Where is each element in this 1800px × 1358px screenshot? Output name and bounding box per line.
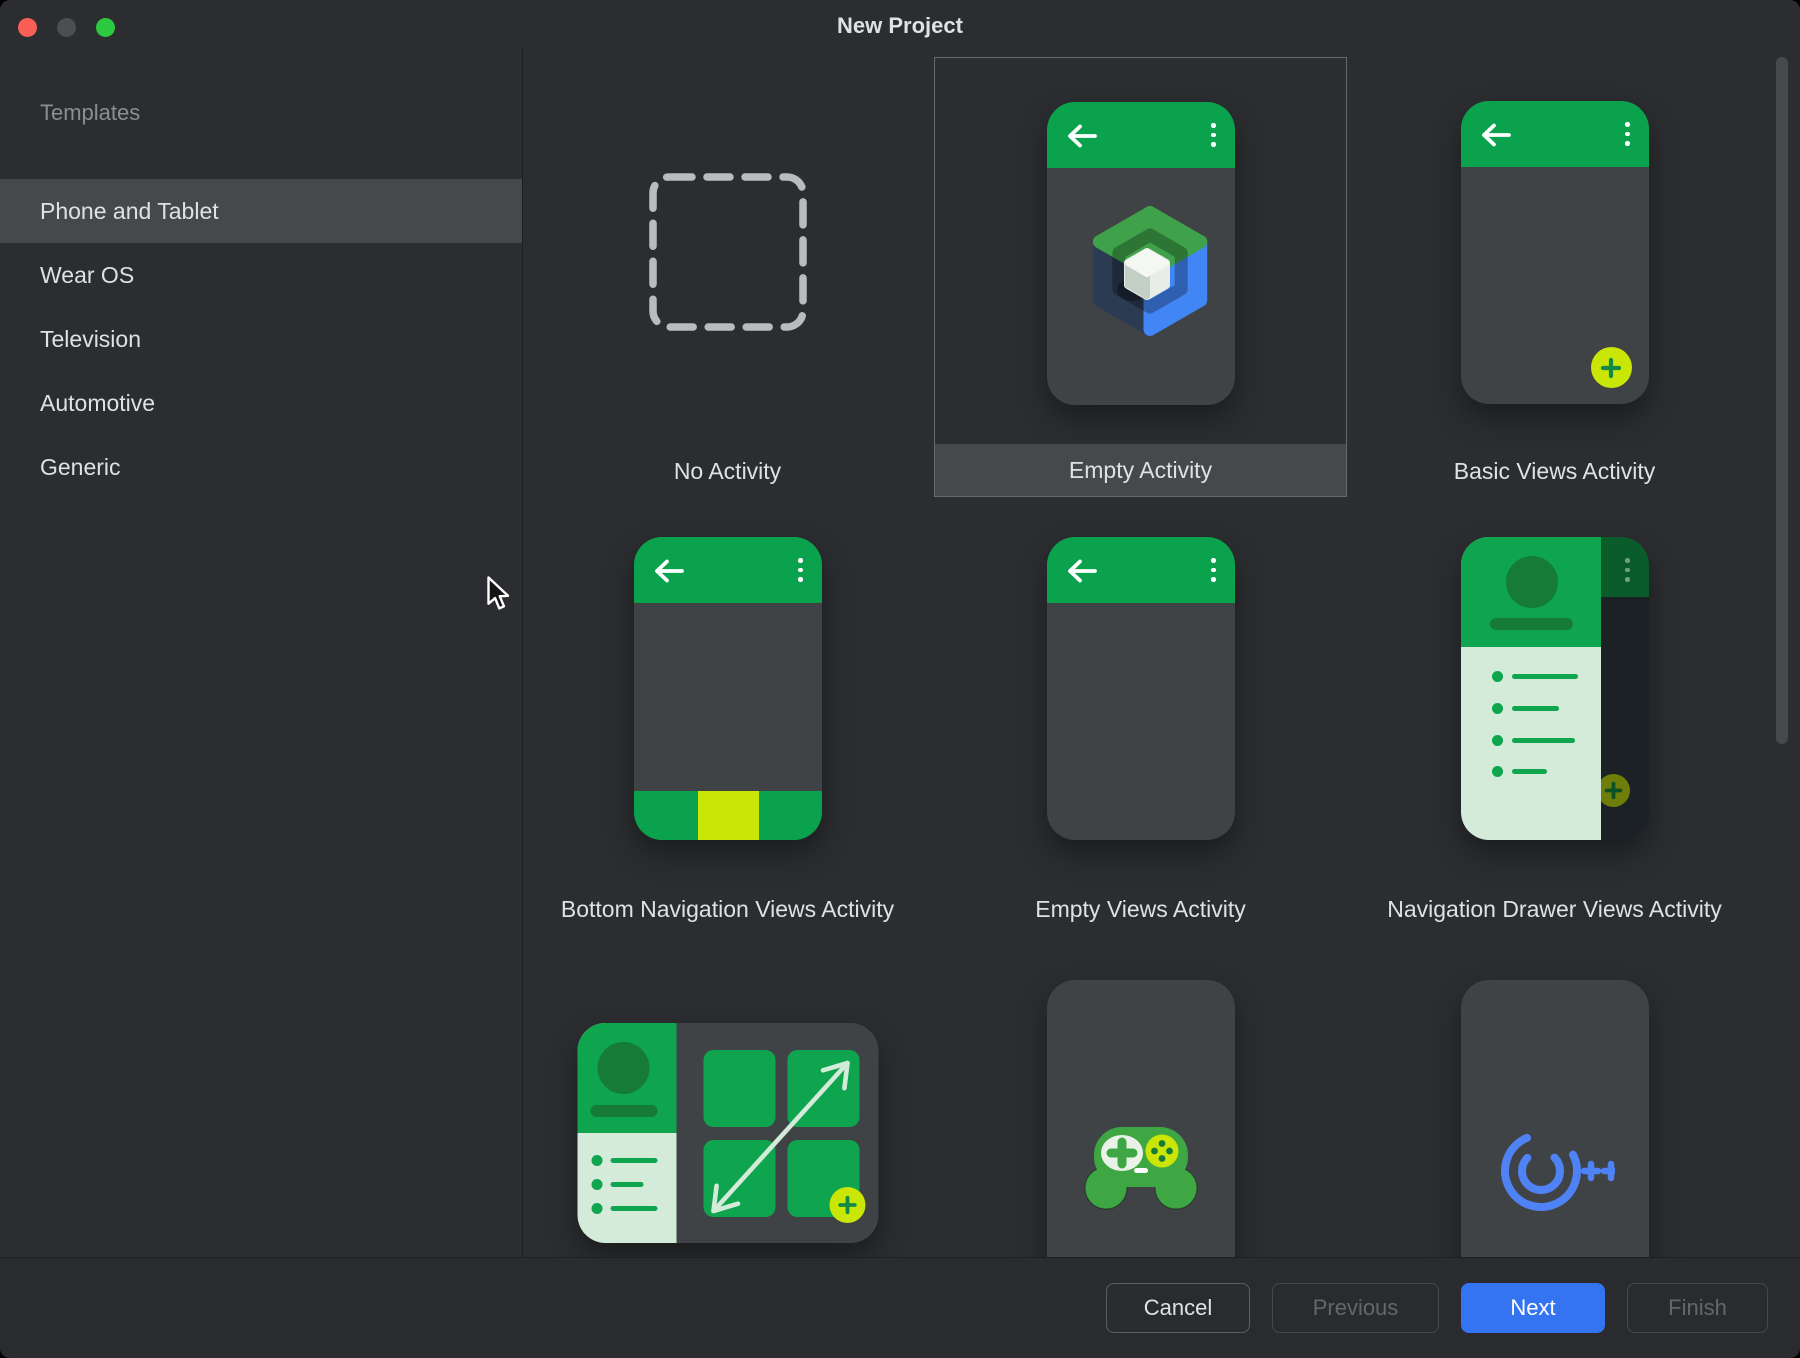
back-arrow-icon <box>1067 124 1097 148</box>
template-card-empty-views-activity[interactable]: Empty Views Activity <box>934 497 1347 937</box>
template-card-empty-activity[interactable]: Empty Activity <box>934 57 1347 497</box>
template-card-label: Empty Views Activity <box>1035 892 1245 927</box>
template-card-navigation-drawer-views-activity[interactable]: Navigation Drawer Views Activity <box>1348 497 1761 937</box>
nav-drawer-panel <box>1461 537 1601 840</box>
back-arrow-icon <box>1067 559 1097 583</box>
template-card-label: No Activity <box>674 454 781 489</box>
fab-plus-icon <box>829 1187 865 1223</box>
dialog-footer: Cancel Previous Next Finish <box>0 1257 1800 1358</box>
template-card-label: Navigation Drawer Views Activity <box>1387 892 1721 927</box>
template-card-label: Empty Activity <box>1069 453 1212 488</box>
cpp-logo-icon <box>1499 1125 1615 1217</box>
title-bar: New Project <box>0 0 1800 48</box>
jetpack-compose-logo-icon <box>1085 206 1215 336</box>
previous-button[interactable]: Previous <box>1272 1283 1439 1333</box>
dimmed-fab-plus-icon <box>1597 774 1630 807</box>
phone-mockup <box>1461 537 1649 840</box>
gamepad-icon <box>1080 1121 1202 1213</box>
template-card-label: Bottom Navigation Views Activity <box>561 892 894 927</box>
overflow-menu-icon <box>1211 558 1216 582</box>
template-card-primary-detail[interactable] <box>521 937 934 1257</box>
phone-mockup <box>1047 980 1235 1257</box>
template-card-basic-views-activity[interactable]: Basic Views Activity <box>1348 57 1761 497</box>
phone-mockup <box>634 537 822 840</box>
fab-plus-icon <box>1591 347 1632 388</box>
template-card-no-activity[interactable]: No Activity <box>521 57 934 497</box>
back-arrow-icon <box>654 559 684 583</box>
phone-mockup <box>1047 537 1235 840</box>
template-card-label: Basic Views Activity <box>1454 454 1656 489</box>
phone-mockup <box>1461 101 1649 404</box>
scrollbar-thumb[interactable] <box>1776 57 1788 744</box>
overflow-menu-icon <box>798 558 803 582</box>
template-grid: No Activity <box>0 48 1800 1257</box>
cancel-button[interactable]: Cancel <box>1106 1283 1250 1333</box>
template-card-game-activity[interactable] <box>934 937 1347 1257</box>
next-button[interactable]: Next <box>1461 1283 1605 1333</box>
template-card-bottom-navigation-views-activity[interactable]: Bottom Navigation Views Activity <box>521 497 934 937</box>
back-arrow-icon <box>1481 123 1511 147</box>
overflow-menu-icon <box>1211 123 1216 147</box>
bottom-nav-bar <box>634 791 822 840</box>
phone-mockup <box>1461 980 1649 1257</box>
mouse-cursor <box>484 576 514 612</box>
avatar-icon <box>1506 556 1558 608</box>
finish-button[interactable]: Finish <box>1627 1283 1768 1333</box>
overflow-menu-icon <box>1625 122 1630 146</box>
tablet-primary-detail-mockup-icon <box>577 1023 878 1243</box>
dialog-title: New Project <box>0 13 1800 39</box>
dashed-placeholder-icon <box>648 172 808 332</box>
overflow-menu-icon <box>1625 558 1630 582</box>
template-card-native-cpp[interactable] <box>1348 937 1761 1257</box>
new-project-dialog: New Project Templates Phone and Tablet W… <box>0 0 1800 1358</box>
phone-mockup <box>1047 102 1235 405</box>
